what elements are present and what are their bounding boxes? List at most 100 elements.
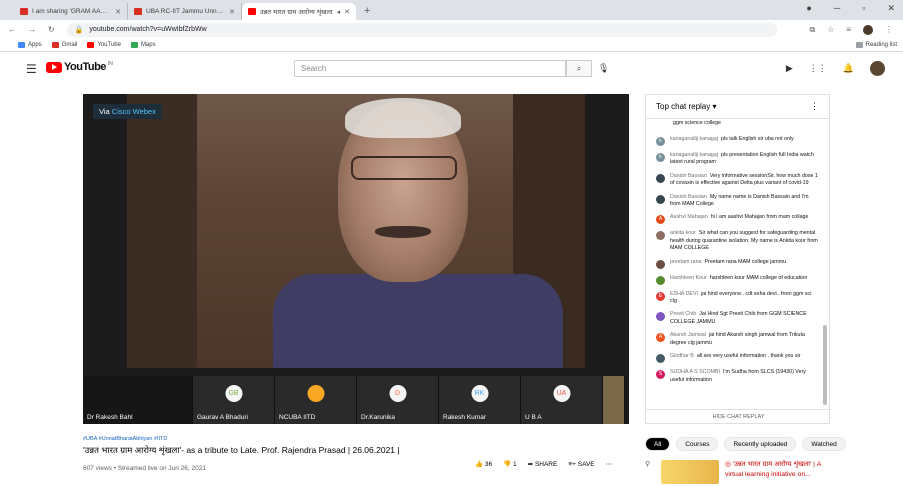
new-tab-button[interactable]: + [364,3,370,20]
thumbs-up-icon: 👍 [475,461,484,468]
chat-message: Preeti Chib Jai Hind Sgt Preeti Chib from… [646,311,831,326]
reading-list-label: Reading list [865,42,897,48]
microphone-icon[interactable]: 🎙 [598,63,609,74]
chat-scrollbar[interactable] [823,325,827,405]
user-avatar: S [656,370,665,380]
chat-author: preetam rana [670,258,702,265]
playlist-add-icon: ≡+ [568,460,576,468]
notifications-bell-icon[interactable]: 🔔 [843,63,854,74]
close-icon[interactable]: ✕ [115,8,121,16]
user-avatar [656,259,665,269]
close-icon[interactable]: ✕ [344,8,350,16]
save-button[interactable]: ≡+ SAVE [568,461,594,468]
reload-icon[interactable]: ↻ [48,25,55,34]
search-button[interactable]: ⌕ [566,60,592,77]
speaker-mustache [375,226,431,238]
apps-grid-icon[interactable]: ⋮⋮ [809,63,827,74]
bookmark-maps[interactable]: Maps [130,42,156,48]
chat-mode-dropdown[interactable]: Top chat replay [656,102,710,111]
bookmark-youtube[interactable]: YouTube [87,42,121,48]
account-avatar[interactable] [870,61,885,76]
webex-badge: Via Cisco Webex [93,104,162,119]
close-window-icon[interactable]: ✕ [887,3,895,14]
chat-message: k kanaganallij kanagaj pls presentation En… [646,152,831,167]
bookmark-label: Maps [140,42,156,48]
reading-list-button[interactable]: Reading list [855,42,903,48]
video-player[interactable]: Via Cisco Webex Dr Rakesh Bahl GB Gaurav… [83,94,629,424]
gmail-icon [134,8,142,15]
menu-dots-icon[interactable]: ⋮ [885,25,893,34]
logo-country: IN [107,61,113,67]
participant-tile: GB Gaurav A Bhaduri [193,376,275,424]
hamburger-menu-icon[interactable]: ☰ [26,62,37,76]
bookmark-label: YouTube [97,42,121,48]
minimize-icon[interactable]: ─ [834,3,840,14]
share-label: SHARE [534,461,558,468]
video-title: 'उन्नत भारत ग्राम आरोग्य शृंखला'- as a t… [83,445,400,455]
user-avatar: A [656,215,665,225]
maximize-icon[interactable]: ▫ [862,3,865,14]
participant-tile: NCUBA IITD [275,376,357,424]
video-thumbnail[interactable] [661,460,719,484]
youtube-icon [248,8,256,15]
close-icon[interactable]: ✕ [229,8,235,16]
chat-message: ggm science college [646,120,831,130]
dislike-button[interactable]: 👎 1 [503,460,517,468]
tab-title: I am sharing 'GRAM AAROGYA S [32,8,111,15]
share-button[interactable]: ➦ SHARE [528,460,558,468]
video-hashtags[interactable]: #UBA #UnnatBharatAbhiyan #IITD [83,436,643,442]
chat-message: ankita kour Sir what can you suggest for … [646,230,831,252]
bookmark-apps[interactable]: Apps [18,42,42,48]
translate-icon[interactable]: ⧉ [809,25,815,35]
chip-watched[interactable]: Watched [802,437,846,451]
chat-replay-panel: Top chat replay ▾ ⋮ ggm science college … [645,94,831,424]
recommended-video[interactable]: ⚲ ◎ 'उन्नत भारत ग्राम आरोग्य शृंखला' | A… [645,460,895,484]
reading-list-icon [855,42,863,48]
create-video-icon[interactable]: ▶ [786,63,793,74]
star-icon[interactable]: ☆ [827,25,834,34]
search-input[interactable]: Search [294,60,566,77]
back-icon[interactable]: ← [8,25,16,34]
speaker-glasses [351,156,457,180]
youtube-header: ☰ YouTube IN Search ⌕ 🎙 ▶ ⋮⋮ 🔔 [0,53,903,83]
chat-message: E ESHA DEVI jai hind everyone.. cdt esha d… [646,291,831,306]
chat-message: k kanaganallij kanagaj pls talk English si… [646,136,831,146]
participant-name: Rakesh Kumar [443,414,486,421]
bookmark-gmail[interactable]: Gmail [51,42,77,48]
chip-recently-uploaded[interactable]: Recently uploaded [724,437,797,451]
chevron-down-icon[interactable]: ▾ [710,102,716,111]
tab-title: उन्नत भारत ग्राम आरोग्य शृंखला [260,9,333,16]
chip-courses[interactable]: Courses [676,437,719,451]
like-button[interactable]: 👍 36 [475,460,492,468]
participant-avatar: RK [471,385,488,402]
hide-chat-replay-button[interactable]: HIDE CHAT REPLAY [646,409,831,423]
chat-author: ankita kour [670,230,696,237]
gmail-icon [20,8,28,15]
more-actions-icon[interactable]: ⋯ [606,460,613,468]
user-avatar [656,173,665,183]
youtube-logo[interactable]: YouTube IN [46,61,113,73]
browser-tab-active[interactable]: उन्नत भारत ग्राम आरोग्य शृंखला ◂ ✕ [242,3,356,20]
profile-dot-icon[interactable]: ● [806,3,811,14]
forward-icon[interactable]: → [28,25,36,34]
dislike-count: 1 [513,461,517,468]
like-count: 36 [484,461,493,468]
profile-avatar[interactable] [863,24,873,35]
bookmarks-bar: Apps Gmail YouTube Maps Reading list [0,39,903,52]
chat-text: ggm science college [673,120,721,126]
playlist-icon[interactable]: ≡ [846,25,851,34]
browser-tab[interactable]: I am sharing 'GRAM AAROGYA S ✕ [14,3,128,20]
user-icon: ⚲ [645,461,651,468]
url-field[interactable]: 🔒 youtube.com/watch?v=uWwIbfZrbWw [66,22,777,37]
participant-name: U B A [525,414,542,421]
chip-all[interactable]: All [645,437,671,451]
participant-tile: Dr Rakesh Bahl [83,376,193,424]
chat-message: A Aashvi Mahajan hi i am aashvi Mahajan fr… [646,214,831,225]
audio-icon[interactable]: ◂ [337,8,341,16]
url-text: youtube.com/watch?v=uWwIbfZrbWw [89,26,207,33]
video-background-left [127,94,197,368]
chat-text: harshleen kour MAM college of education [709,274,808,281]
browser-tab[interactable]: UBA RC-IIT Jammu Unnat Bharat ✕ [128,3,242,20]
chat-menu-icon[interactable]: ⋮ [810,101,819,112]
youtube-icon [87,42,95,48]
